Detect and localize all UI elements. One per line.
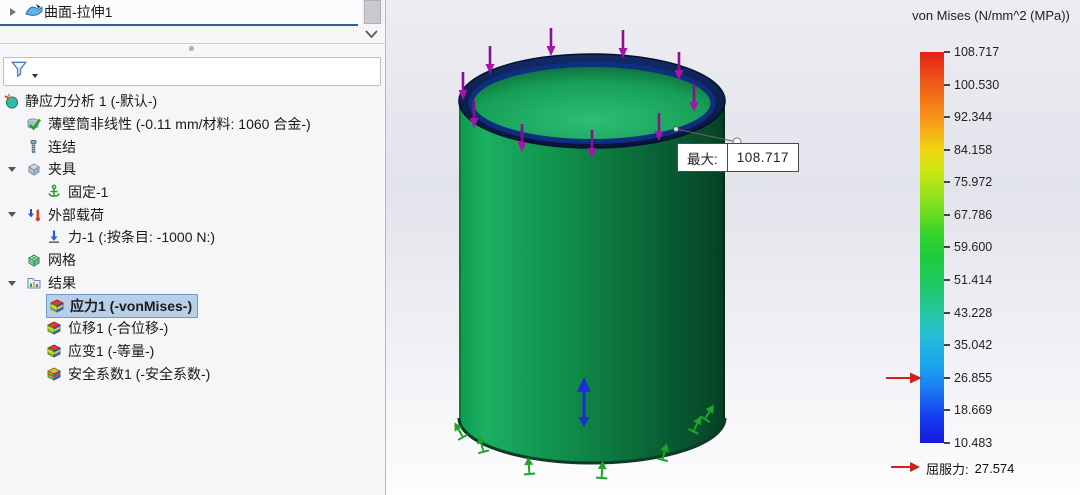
tree-item-label: 应变1 (-等量-)	[68, 341, 154, 361]
tree-item-label: 连结	[48, 137, 76, 157]
graphics-viewport[interactable]: 最大: 108.717 von Mises (N/mm^2 (MPa)) 108…	[386, 0, 1080, 495]
tree-item-label: 结果	[48, 273, 76, 293]
external-loads-icon	[26, 207, 42, 223]
tree-item-label: 位移1 (-合位移-)	[68, 318, 168, 338]
tree-item-label: 夹具	[48, 159, 76, 179]
tree-item-external-loads[interactable]: 外部载荷	[0, 203, 386, 226]
results-folder-icon	[26, 275, 42, 291]
flyout-tree-item-surface-extrude[interactable]: 曲面-拉伸1	[0, 0, 362, 24]
panel-scrollbar-thumb[interactable]	[364, 0, 381, 24]
tree-item-part[interactable]: 薄壁筒非线性 (-0.11 mm/材料: 1060 合金-)	[0, 113, 386, 136]
selected-item-highlight[interactable]: 应力1 (-vonMises-)	[46, 294, 198, 318]
tree-item-label: 安全系数1 (-安全系数-)	[68, 364, 210, 384]
tree-item-label: 应力1 (-vonMises-)	[70, 296, 192, 316]
splitter-rule	[0, 43, 386, 44]
tree-item-force[interactable]: 力-1 (:按条目: -1000 N:)	[0, 226, 386, 249]
force-icon	[46, 229, 62, 245]
collapse-triangle-icon[interactable]	[10, 8, 16, 16]
cylinder-model[interactable]	[459, 54, 725, 463]
tree-item-stress-plot[interactable]: 应力1 (-vonMises-)	[0, 294, 386, 317]
yield-label: 屈服力:	[926, 459, 969, 478]
simulation-study-tree: 静应力分析 1 (-默认-) 薄壁筒非线性 (-0.11 mm/材料: 1060…	[0, 90, 386, 385]
yield-value: 27.574	[975, 461, 1015, 476]
tree-item-label: 网格	[48, 250, 76, 270]
tree-item-label: 固定-1	[68, 182, 108, 202]
surface-extrude-icon	[24, 3, 44, 22]
yield-arrow-icon	[890, 461, 920, 476]
flyout-tree-label: 曲面-拉伸1	[44, 2, 112, 22]
tree-item-results-folder[interactable]: 结果	[0, 272, 386, 295]
tree-item-displacement-plot[interactable]: 位移1 (-合位移-)	[0, 317, 386, 340]
legend-labels: 108.717100.530 92.34484.158 75.97267.786…	[954, 45, 1026, 450]
splitter-grip[interactable]	[189, 46, 194, 51]
fixed-restraint-icon	[46, 184, 62, 200]
legend-ticks	[944, 51, 950, 444]
displacement-plot-icon	[46, 320, 62, 336]
part-icon	[26, 116, 42, 132]
callout-label: 最大:	[678, 144, 727, 171]
callout-value: 108.717	[727, 144, 798, 171]
tree-item-fos-plot[interactable]: 安全系数1 (-安全系数-)	[0, 362, 386, 385]
tree-item-fixed-restraint[interactable]: 固定-1	[0, 181, 386, 204]
fixtures-icon	[26, 161, 42, 177]
panel-divider	[0, 24, 358, 26]
tree-item-label: 外部载荷	[48, 205, 104, 225]
panel-scrollbar[interactable]	[362, 0, 383, 24]
solidworks-simulation-window: 曲面-拉伸1	[0, 0, 1080, 495]
yield-strength-annotation: 屈服力: 27.574	[890, 459, 1014, 478]
tree-item-static-study[interactable]: 静应力分析 1 (-默认-)	[0, 90, 386, 113]
tree-item-label: 薄壁筒非线性 (-0.11 mm/材料: 1060 合金-)	[48, 114, 311, 134]
legend-color-bar	[920, 52, 944, 443]
stress-plot-icon	[49, 298, 65, 314]
expander-icon[interactable]	[8, 281, 16, 286]
feature-manager-panel: 曲面-拉伸1	[0, 0, 386, 495]
expander-icon[interactable]	[8, 212, 16, 217]
fos-plot-icon	[46, 366, 62, 382]
tree-filter-input[interactable]	[3, 57, 381, 86]
tree-item-fixtures[interactable]: 夹具	[0, 158, 386, 181]
tree-item-label: 力-1 (:按条目: -1000 N:)	[68, 227, 215, 247]
max-stress-callout[interactable]: 最大: 108.717	[677, 143, 799, 172]
study-icon	[3, 93, 19, 109]
filter-caret-icon[interactable]	[32, 74, 38, 78]
tree-item-connections[interactable]: 连结	[0, 135, 386, 158]
expander-icon[interactable]	[8, 167, 16, 172]
tree-item-label: 静应力分析 1 (-默认-)	[25, 91, 157, 111]
yield-marker-arrow-icon	[884, 371, 922, 390]
legend-title: von Mises (N/mm^2 (MPa))	[902, 8, 1080, 23]
tree-item-mesh[interactable]: 网格	[0, 249, 386, 272]
filter-funnel-icon[interactable]	[10, 60, 29, 83]
mesh-icon	[26, 252, 42, 268]
strain-plot-icon	[46, 343, 62, 359]
connections-icon	[26, 139, 42, 155]
tree-item-strain-plot[interactable]: 应变1 (-等量-)	[0, 340, 386, 363]
